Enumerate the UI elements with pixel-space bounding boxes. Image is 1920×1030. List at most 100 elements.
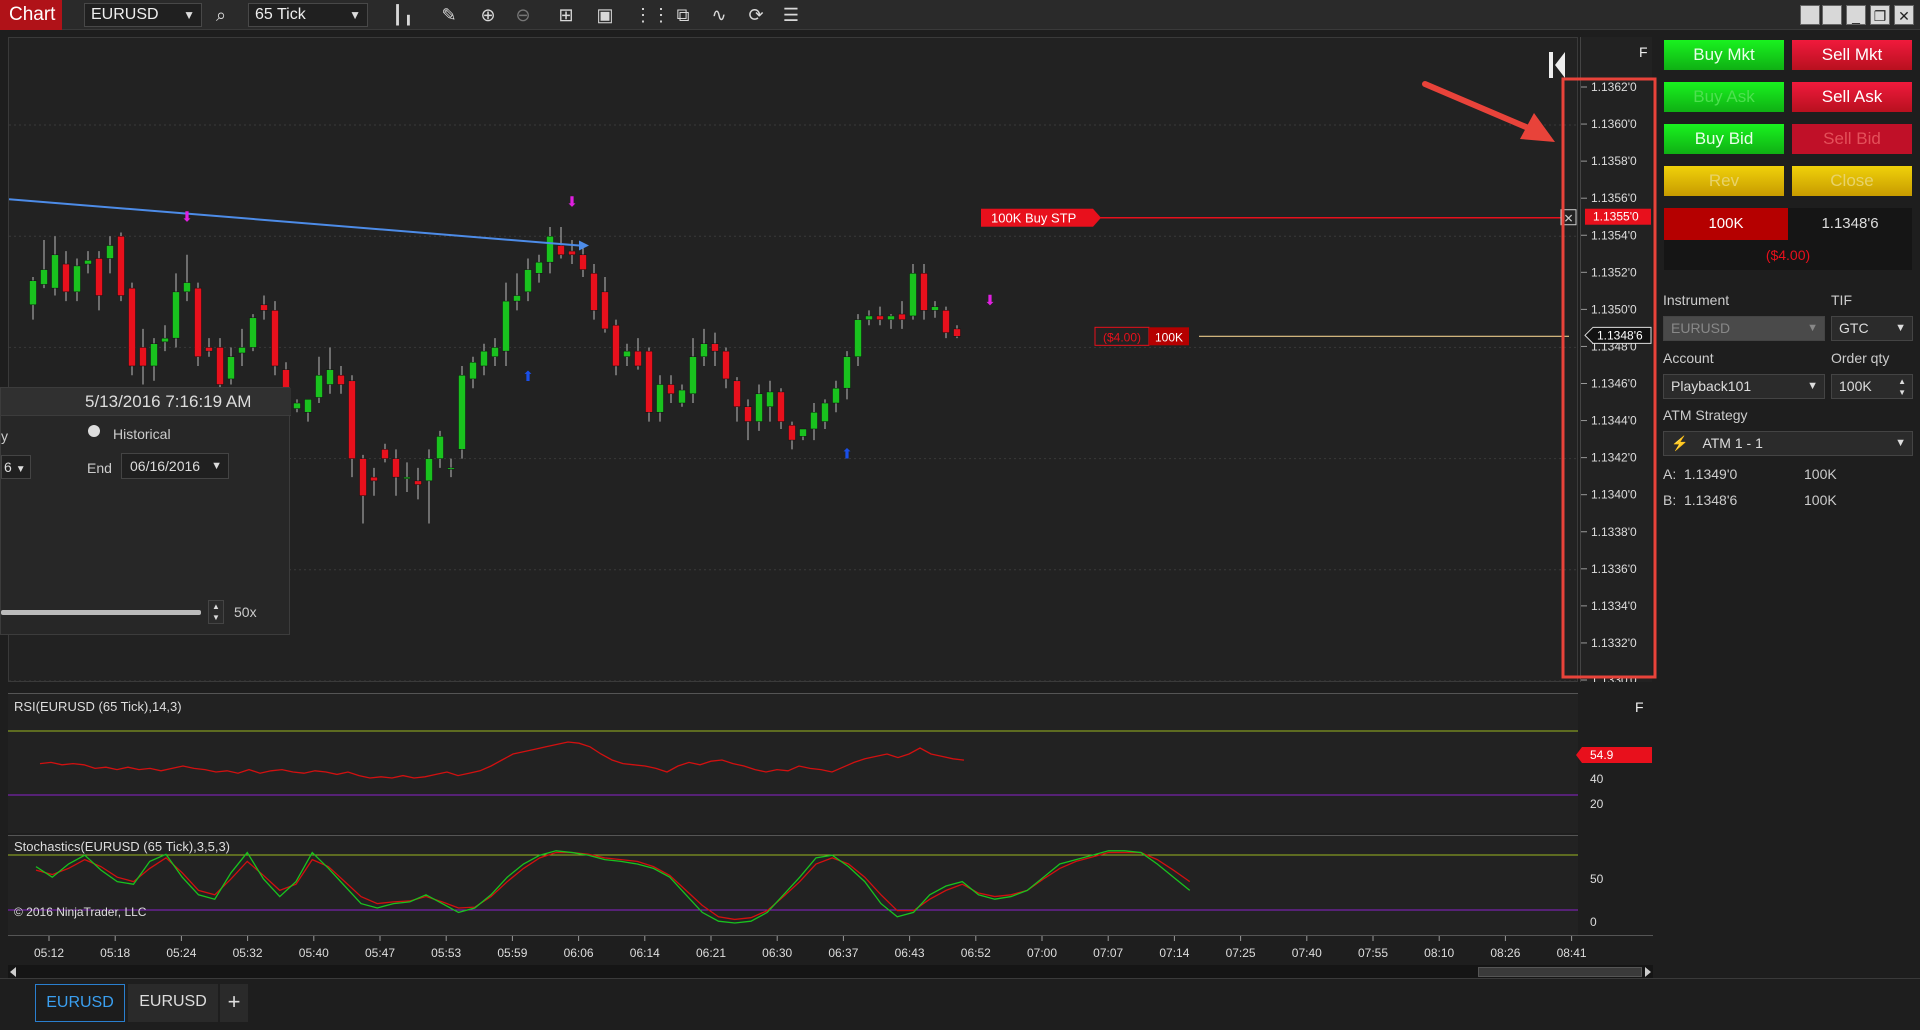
zoom-in-icon[interactable]: ⊕ (475, 3, 501, 27)
candle-body (700, 343, 708, 357)
rsi-panel[interactable]: RSI(EURUSD (65 Tick),14,3)F60402054.9 (8, 693, 1652, 833)
playback-panel: 5/13/2016 7:16:19 AM y Historical 6 ▼ End… (0, 387, 291, 635)
stochastics-title: Stochastics(EURUSD (65 Tick),3,5,3) (14, 839, 230, 854)
candle-body (645, 350, 653, 413)
window-minimize-button[interactable]: _ (1846, 5, 1866, 25)
tab-eurusd-1[interactable]: EURUSD (35, 984, 125, 1022)
chevron-down-icon: ▼ (1807, 322, 1818, 334)
ask-price: 1.1349'0 (1684, 466, 1738, 482)
scrollbar-thumb[interactable] (1478, 967, 1642, 977)
scroll-start-bar-icon (1549, 52, 1553, 78)
price-tick-label: 1.1338'0 (1591, 525, 1637, 539)
buy-signal-arrow-icon: ⬆ (841, 446, 853, 462)
stoch-d-line (35, 851, 1191, 921)
candle-body (117, 236, 125, 296)
instrument-selector[interactable]: EURUSD ▼ (84, 3, 202, 27)
time-tick-label: 05:59 (497, 946, 527, 960)
start-date-select[interactable]: 6 ▼ (1, 455, 31, 479)
time-tick-label: 06:52 (961, 946, 991, 960)
grid-icon[interactable]: ⊞ (553, 3, 579, 27)
spinner-icon[interactable]: ▲ ▼ (1898, 376, 1906, 398)
rsi-tick-label: 40 (1590, 772, 1604, 786)
candle-body (656, 384, 664, 413)
account-label: Account (1663, 350, 1714, 366)
add-tab-button[interactable]: + (220, 984, 248, 1022)
candle-body (843, 356, 851, 389)
chevron-down-icon: ▼ (211, 460, 222, 472)
stop-order-tag-tip (1093, 208, 1101, 227)
order-qty-stepper[interactable]: 100K ▲ ▼ (1831, 374, 1913, 399)
candle-body (128, 287, 136, 367)
candle-body (106, 245, 114, 259)
search-icon[interactable]: ⌕ (208, 3, 234, 27)
properties-icon[interactable]: ☰ (778, 3, 804, 27)
price-tick-label: 1.1350'0 (1591, 302, 1637, 316)
candle-body (546, 236, 554, 263)
reload-icon[interactable]: ⟳ (743, 3, 769, 27)
time-axis[interactable]: 05:12 05:18 05:24 05:32 05:40 05:47 05:53 05:59… (8, 935, 1653, 965)
bar-style-icon[interactable]: ┃╻ (390, 3, 416, 27)
tif-select[interactable]: GTC ▼ (1831, 316, 1913, 341)
time-tick-label: 06:21 (696, 946, 726, 960)
rsi-title: RSI(EURUSD (65 Tick),14,3) (14, 699, 182, 714)
sell-market-button[interactable]: Sell Mkt (1792, 40, 1912, 70)
candle-body (194, 287, 202, 357)
window-tile-button[interactable] (1822, 5, 1842, 25)
buy-ask-button[interactable]: Buy Ask (1664, 82, 1784, 112)
end-date-select[interactable]: 06/16/2016 ▼ (121, 453, 229, 479)
account-select[interactable]: Playback101 ▼ (1663, 374, 1825, 399)
candle-body (271, 310, 279, 367)
candle-body (381, 449, 389, 459)
window-restore-button[interactable] (1800, 5, 1820, 25)
data-box-icon[interactable]: ▣ (592, 3, 618, 27)
window-close-button[interactable]: ✕ (1894, 5, 1914, 25)
candle-body (612, 324, 620, 367)
unrealized-pnl: ($4.00) (1664, 240, 1912, 270)
reverse-button[interactable]: Rev (1664, 166, 1784, 196)
price-tick-label: 1.1346'0 (1591, 377, 1637, 391)
buy-signal-arrow-icon: ⬆ (522, 368, 534, 384)
tab-eurusd-2[interactable]: EURUSD (128, 984, 218, 1022)
buy-bid-button[interactable]: Buy Bid (1664, 124, 1784, 154)
candle-body (337, 374, 345, 385)
account-value: Playback101 (1671, 378, 1752, 394)
strategies-icon[interactable]: ⋮⋮ (634, 3, 670, 27)
zoom-out-icon[interactable]: ⊖ (510, 3, 536, 27)
scroll-left-icon[interactable] (10, 967, 16, 977)
instrument-select[interactable]: EURUSD ▼ (1663, 316, 1825, 341)
stop-order-tag: 100K Buy STP (991, 211, 1076, 226)
candle-body (689, 356, 697, 395)
chart-trader-panel: Buy Mkt Sell Mkt Buy Ask Sell Ask Buy Bi… (1656, 34, 1920, 994)
chart-scrollbar[interactable] (8, 965, 1653, 979)
time-tick-label: 07:55 (1358, 946, 1388, 960)
interval-selector[interactable]: 65 Tick ▼ (248, 3, 368, 27)
order-price-tag: 1.1355'0 (1593, 210, 1639, 224)
buy-market-button[interactable]: Buy Mkt (1664, 40, 1784, 70)
sell-ask-button[interactable]: Sell Ask (1792, 82, 1912, 112)
historical-radio[interactable] (88, 425, 100, 437)
end-date-value: 06/16/2016 (130, 458, 201, 474)
candle-body (799, 428, 807, 437)
time-tick-label: 05:40 (299, 946, 329, 960)
speed-stepper[interactable]: ▲ ▼ (208, 600, 224, 624)
playback-datetime: 5/13/2016 7:16:19 AM (85, 392, 252, 411)
stoch-tick-label: 0 (1590, 915, 1597, 929)
chart-toolbar: Chart EURUSD ▼ ⌕ 65 Tick ▼ ┃╻ ✎ ⊕ ⊖ ⊞ ▣ … (0, 0, 1920, 30)
window-title: Chart (0, 0, 62, 30)
ask-label: A: (1663, 466, 1677, 482)
candle-body (744, 406, 752, 422)
candle-body (920, 273, 928, 311)
chevron-down-icon: ▼ (1807, 380, 1818, 392)
pencil-icon[interactable]: ✎ (436, 3, 462, 27)
price-axis[interactable]: F 1.1362'0 1.1360'0 1.1358'0 1.1356'0 1.1354'… (1580, 37, 1652, 687)
stochastics-panel[interactable]: Stochastics(EURUSD (65 Tick),3,5,3) 50 0 © … (8, 835, 1604, 935)
playback-speed-slider[interactable] (1, 610, 201, 615)
close-position-button[interactable]: Close (1792, 166, 1912, 196)
indicators-icon[interactable]: ∿ (706, 3, 732, 27)
candle-body (139, 347, 147, 367)
atm-strategy-select[interactable]: ⚡ ATM 1 - 1 ▼ (1663, 431, 1913, 456)
chart-trader-icon[interactable]: ⧉ (670, 3, 696, 27)
scroll-right-icon[interactable] (1645, 967, 1651, 977)
window-maximize-button[interactable]: ❐ (1870, 5, 1890, 25)
sell-bid-button[interactable]: Sell Bid (1792, 124, 1912, 154)
